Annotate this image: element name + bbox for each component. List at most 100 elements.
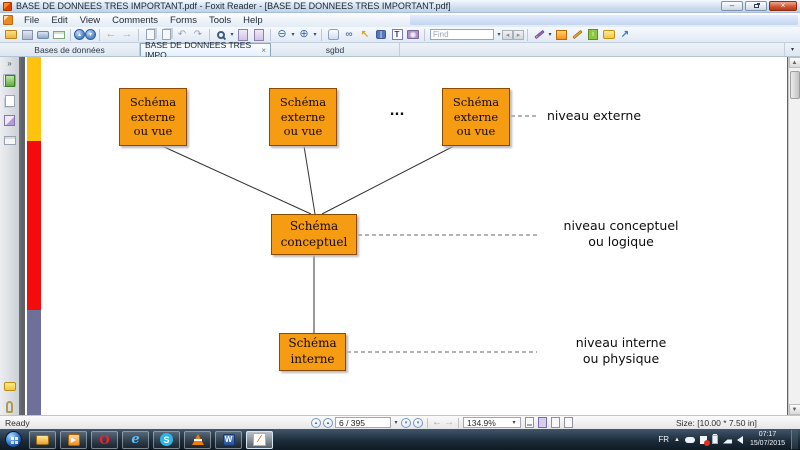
navigation-panel: » — [0, 57, 21, 415]
note-icon: i — [588, 29, 598, 40]
continuous-facing-layout-icon[interactable] — [564, 417, 573, 428]
single-page-layout-icon[interactable] — [525, 417, 534, 428]
previous-page-button-status[interactable]: ▴ — [323, 418, 333, 428]
next-view-button[interactable]: → — [120, 28, 134, 41]
first-page-button[interactable]: ▴ — [311, 418, 321, 428]
find-previous-button[interactable]: ◂ — [502, 30, 513, 40]
find-input[interactable] — [430, 29, 494, 40]
hand-tool-button[interactable] — [326, 28, 340, 41]
menu-help[interactable]: Help — [237, 15, 269, 26]
comment-button[interactable] — [602, 28, 616, 41]
menu-edit[interactable]: Edit — [45, 15, 73, 26]
attachments-panel-button[interactable] — [3, 400, 16, 413]
menu-view[interactable]: View — [74, 15, 106, 26]
tray-cloud-icon[interactable] — [685, 437, 695, 443]
bookmarks-panel-button[interactable] — [3, 74, 16, 87]
tabbar-overflow-icon[interactable]: ▾ — [784, 43, 800, 56]
taskbar-media-player-button[interactable]: ▶ — [60, 431, 87, 449]
email-button[interactable] — [52, 28, 66, 41]
menu-file[interactable]: File — [18, 15, 45, 26]
schema-externe-box-3: Schéma externe ou vue — [442, 88, 510, 146]
taskbar-internet-explorer-button[interactable]: e — [122, 431, 149, 449]
taskbar-explorer-button[interactable] — [29, 431, 56, 449]
restore-icon — [754, 4, 759, 8]
find-next-button[interactable]: ▸ — [513, 30, 524, 40]
snapshot-button[interactable] — [406, 28, 420, 41]
restore-button[interactable] — [745, 1, 767, 11]
share-button[interactable]: ↗ — [618, 28, 632, 41]
show-desktop-button[interactable] — [791, 430, 798, 449]
volume-icon[interactable] — [737, 436, 743, 444]
tab-bases-de-donnees[interactable]: Bases de données — [0, 43, 140, 56]
pages-icon — [146, 29, 155, 40]
signature-panel-button[interactable] — [3, 114, 16, 127]
select-text-button[interactable]: T — [390, 28, 404, 41]
network-icon[interactable] — [723, 436, 732, 444]
menu-comments[interactable]: Comments — [106, 15, 164, 26]
highlight-button[interactable] — [554, 28, 568, 41]
foxit-reader-window: BASE DE DONNEES TRES IMPORTANT.pdf - Fox… — [0, 0, 800, 450]
select-annotation-button[interactable]: ↖ — [358, 28, 372, 41]
comments-panel-button[interactable] — [3, 380, 16, 393]
tab-close-icon[interactable]: × — [261, 46, 266, 55]
zoom-out-dropdown[interactable]: ▾ — [290, 31, 296, 38]
battery-icon[interactable] — [712, 435, 718, 444]
tray-clock[interactable]: 07:17 15/07/2015 — [750, 431, 785, 449]
pages-panel-button[interactable] — [3, 94, 16, 107]
action-center-icon[interactable] — [700, 436, 707, 444]
pdf-page: Schéma externe ou vue Schéma externe ou … — [25, 57, 787, 415]
facing-layout-icon[interactable] — [551, 417, 560, 428]
zoom-level-select[interactable]: 134.9% ▾ — [463, 417, 521, 428]
taskbar-opera-button[interactable]: O — [91, 431, 118, 449]
tab-base-de-donnees-tres-important[interactable]: BASE DE DONNEES TRES IMPO... × — [140, 43, 271, 56]
next-page-button[interactable]: ▾ — [85, 29, 96, 40]
next-page-button-status[interactable]: ▾ — [401, 418, 411, 428]
print-button[interactable] — [36, 28, 50, 41]
toolbar-separator — [321, 29, 322, 41]
zoom-out-button[interactable]: ⊖ — [275, 28, 289, 41]
zoom-in-dropdown[interactable]: ▾ — [312, 31, 318, 38]
taskbar-skype-button[interactable]: S — [153, 431, 180, 449]
vertical-scrollbar[interactable]: ▲ ▼ — [788, 57, 800, 415]
page-number-input[interactable] — [335, 417, 391, 428]
document-tab-bar: Bases de données BASE DE DONNEES TRES IM… — [0, 43, 800, 57]
tab-sgbd[interactable]: sgbd — [271, 43, 400, 56]
open-button[interactable] — [4, 28, 18, 41]
typewriter-dropdown[interactable]: ▾ — [547, 31, 553, 38]
taskbar-foxit-button[interactable]: ⁄ — [246, 431, 273, 449]
zoom-tool-dropdown[interactable]: ▾ — [229, 31, 235, 38]
scroll-up-icon[interactable]: ▲ — [789, 57, 800, 68]
last-page-button[interactable]: ▾ — [413, 418, 423, 428]
scrollbar-thumb[interactable] — [790, 71, 800, 99]
page-number-dropdown[interactable]: ▾ — [393, 419, 399, 426]
minimize-button[interactable]: – — [721, 1, 743, 11]
redo-icon: ↷ — [194, 30, 202, 40]
document-menu-icon[interactable] — [3, 15, 13, 25]
typewriter-button[interactable] — [532, 28, 546, 41]
hidden-icons-icon[interactable]: ▲ — [674, 437, 680, 443]
save-button[interactable] — [20, 28, 34, 41]
menu-tools[interactable]: Tools — [203, 15, 237, 26]
minimize-icon: – — [730, 2, 734, 10]
language-indicator[interactable]: FR — [658, 435, 669, 444]
start-button[interactable] — [5, 431, 22, 448]
scroll-down-icon[interactable]: ▼ — [789, 404, 800, 415]
pencil-tool-button[interactable] — [570, 28, 584, 41]
layers-panel-button[interactable] — [3, 134, 16, 147]
close-button[interactable]: × — [769, 1, 797, 11]
tab-label: Bases de données — [34, 45, 104, 55]
next-view-icon[interactable]: → — [444, 417, 454, 428]
note-button[interactable]: i — [586, 28, 600, 41]
taskbar-word-button[interactable]: W — [215, 431, 242, 449]
previous-page-button[interactable]: ▴ — [74, 29, 85, 40]
continuous-layout-icon[interactable] — [538, 417, 547, 428]
search-button[interactable] — [374, 28, 388, 41]
previous-view-button[interactable]: ← — [104, 28, 118, 41]
collapse-panel-icon[interactable]: » — [3, 59, 16, 67]
menu-forms[interactable]: Forms — [164, 15, 203, 26]
reading-mode-button[interactable]: ∞ — [342, 28, 356, 41]
zoom-in-button[interactable]: ⊕ — [297, 28, 311, 41]
taskbar-vlc-button[interactable] — [184, 431, 211, 449]
previous-view-icon[interactable]: ← — [432, 417, 442, 428]
ellipsis-label: ... — [383, 104, 411, 119]
